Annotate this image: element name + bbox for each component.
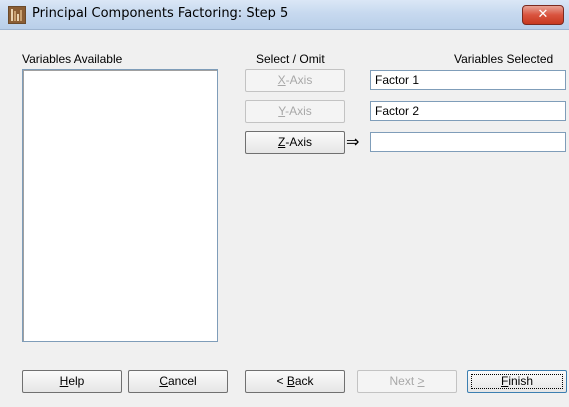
help-button[interactable]: Help bbox=[22, 370, 122, 393]
z-axis-button[interactable]: Z-Axis bbox=[245, 131, 345, 154]
z-axis-field[interactable] bbox=[370, 132, 566, 152]
back-button[interactable]: < Back bbox=[245, 370, 345, 393]
next-button[interactable]: Next > bbox=[357, 370, 457, 393]
variables-selected-label: Variables Selected bbox=[454, 52, 554, 66]
close-button[interactable]: ✕ bbox=[522, 5, 564, 25]
finish-button[interactable]: Finish bbox=[467, 370, 567, 393]
arrow-right-icon: ⇒ bbox=[346, 132, 360, 151]
app-icon bbox=[8, 6, 26, 24]
title-bar: Principal Components Factoring: Step 5 ✕ bbox=[0, 0, 569, 30]
x-axis-field[interactable]: Factor 1 bbox=[370, 70, 566, 90]
cancel-button[interactable]: Cancel bbox=[128, 370, 228, 393]
close-icon: ✕ bbox=[537, 7, 549, 22]
select-omit-label: Select / Omit bbox=[256, 52, 325, 66]
variables-available-list[interactable] bbox=[22, 69, 218, 342]
window-title: Principal Components Factoring: Step 5 bbox=[32, 6, 289, 21]
y-axis-button[interactable]: Y-Axis bbox=[245, 100, 345, 123]
variables-available-label: Variables Available bbox=[22, 52, 123, 66]
focus-rectangle bbox=[471, 374, 563, 389]
x-axis-button[interactable]: X-Axis bbox=[245, 69, 345, 92]
y-axis-field[interactable]: Factor 2 bbox=[370, 101, 566, 121]
